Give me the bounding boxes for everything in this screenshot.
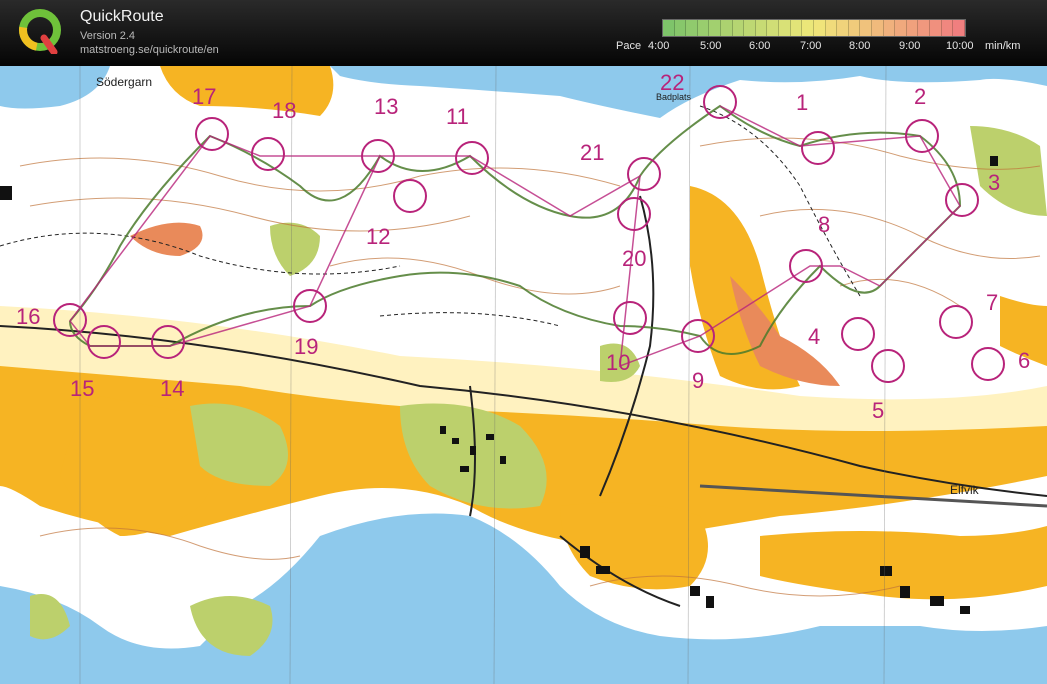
quickroute-logo-icon xyxy=(19,9,61,54)
orienteering-map[interactable]: 1 2 3 4 5 6 7 8 9 10 11 12 13 14 15 16 1… xyxy=(0,66,1047,684)
pace-scale-cell xyxy=(860,20,872,36)
pace-scale-cell xyxy=(767,20,780,36)
pace-tick: 8:00 xyxy=(849,40,871,52)
control-number-4: 4 xyxy=(808,324,820,349)
control-number-11: 11 xyxy=(446,104,469,129)
control-number-7: 7 xyxy=(986,290,998,315)
app-header: QuickRoute Version 2.4 matstroeng.se/qui… xyxy=(0,0,1047,66)
control-number-3: 3 xyxy=(988,170,1000,195)
pace-tick: 10:00 xyxy=(946,40,974,52)
control-number-13: 13 xyxy=(374,94,398,119)
pace-tick: 6:00 xyxy=(749,40,771,52)
pace-scale-cell xyxy=(895,20,907,36)
control-number-20: 20 xyxy=(622,246,646,271)
pace-scale-cell xyxy=(721,20,733,36)
pace-scale-cell xyxy=(744,20,756,36)
control-number-1: 1 xyxy=(796,90,808,115)
pace-scale-cell xyxy=(732,20,745,36)
pace-scale-cell xyxy=(813,20,826,36)
pace-scale-cell xyxy=(837,20,849,36)
pace-scale-cell xyxy=(802,20,814,36)
pace-label: Pace xyxy=(616,40,642,52)
pace-scale-cell xyxy=(941,20,954,36)
pace-color-scale xyxy=(662,19,966,37)
pace-scale-cell xyxy=(883,20,896,36)
place-name-badplats: Badplats xyxy=(656,92,692,102)
place-name-sodergarn: Södergarn xyxy=(96,75,152,89)
pace-scale-cell xyxy=(906,20,919,36)
pace-legend: Pace 4:00 5:00 6:00 7:00 8:00 9:00 10:00… xyxy=(600,16,1040,58)
pace-scale-cell xyxy=(953,20,965,36)
control-number-16: 16 xyxy=(16,304,40,329)
control-number-2: 2 xyxy=(914,84,926,109)
control-number-12: 12 xyxy=(366,224,390,249)
pace-scale-cell xyxy=(825,20,838,36)
pace-scale-cell xyxy=(755,20,768,36)
pace-tick: 9:00 xyxy=(899,40,921,52)
pace-tick: 7:00 xyxy=(800,40,822,52)
quickroute-window: QuickRoute Version 2.4 matstroeng.se/qui… xyxy=(0,0,1047,684)
pace-scale-cell xyxy=(686,20,698,36)
app-title: QuickRoute xyxy=(80,8,164,25)
control-number-9: 9 xyxy=(692,368,704,393)
control-number-17: 17 xyxy=(192,84,216,109)
pace-scale-cell xyxy=(930,20,942,36)
control-number-14: 14 xyxy=(160,376,184,401)
pace-scale-cell xyxy=(709,20,722,36)
control-number-6: 6 xyxy=(1018,348,1030,373)
control-number-5: 5 xyxy=(872,398,884,423)
pace-scale-cell xyxy=(697,20,710,36)
pace-tick: 4:00 xyxy=(648,40,670,52)
pace-scale-cell xyxy=(918,20,931,36)
control-number-18: 18 xyxy=(272,98,296,123)
map-canvas[interactable]: 1 2 3 4 5 6 7 8 9 10 11 12 13 14 15 16 1… xyxy=(0,66,1047,684)
control-number-10: 10 xyxy=(606,350,630,375)
control-number-21: 21 xyxy=(580,140,604,165)
pace-scale-cell xyxy=(663,20,675,36)
place-name-elfvik: Elfvik xyxy=(950,483,980,497)
pace-scale-cell xyxy=(779,20,791,36)
app-url-link[interactable]: matstroeng.se/quickroute/en xyxy=(80,44,219,56)
pace-scale-cell xyxy=(674,20,687,36)
control-number-15: 15 xyxy=(70,376,94,401)
control-number-19: 19 xyxy=(294,334,318,359)
control-number-8: 8 xyxy=(818,212,830,237)
pace-tick: 5:00 xyxy=(700,40,722,52)
app-version: Version 2.4 xyxy=(80,30,136,42)
pace-scale-cell xyxy=(871,20,884,36)
pace-scale-cell xyxy=(790,20,803,36)
pace-unit: min/km xyxy=(985,40,1021,52)
pace-scale-cell xyxy=(848,20,861,36)
